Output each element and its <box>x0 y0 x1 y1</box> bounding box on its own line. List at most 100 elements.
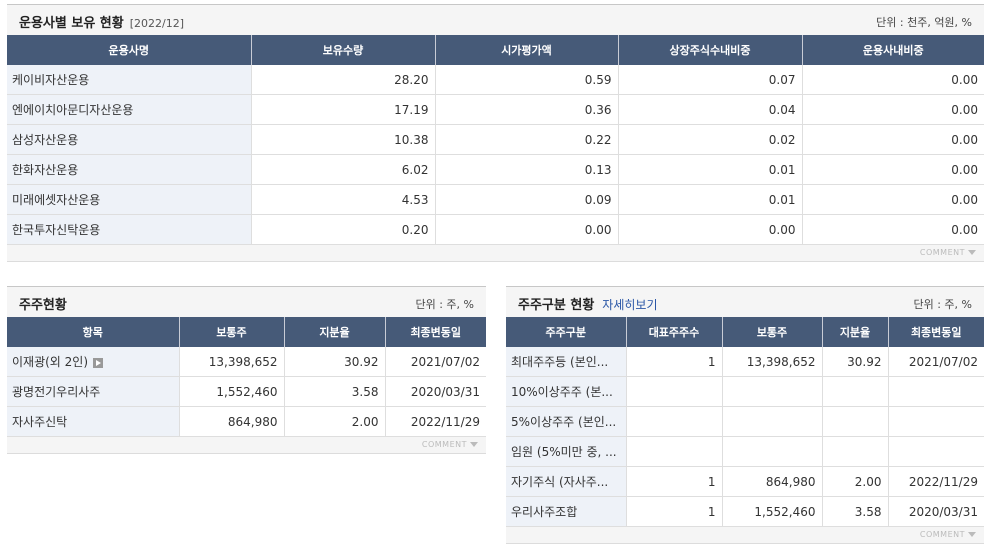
col-stake: 지분율 <box>821 317 888 347</box>
last-change: 2022/11/29 <box>887 466 984 497</box>
caret-down-icon <box>470 442 478 447</box>
listed-ratio: 0.04 <box>617 94 802 125</box>
shareholder-name: 자사주신탁 <box>7 406 179 437</box>
last-change <box>887 406 984 437</box>
common-shares: 1,552,460 <box>721 496 822 527</box>
shareholder-category-panel: 주주구분 현황 자세히보기 단위 : 주, % 주주구분 대표주주수 보통주 지분… <box>506 286 984 544</box>
fund-name: 한화자산운용 <box>7 154 251 185</box>
table-row: 최대주주등 (본인... 1 13,398,652 30.92 2021/07/… <box>506 347 984 377</box>
table-row: 10%이상주주 (본... <box>506 376 984 407</box>
fund-name: 케이비자산운용 <box>7 65 251 95</box>
holding-qty: 17.19 <box>250 94 435 125</box>
shareholder-name: 광명전기우리사주 <box>7 376 179 407</box>
col-last-change: 최종변동일 <box>887 317 984 347</box>
table-row: 자기주식 (자사주... 1 864,980 2.00 2022/11/29 <box>506 466 984 497</box>
table-row: 자사주신탁 864,980 2.00 2022/11/29 <box>7 406 486 437</box>
listed-ratio: 0.01 <box>617 154 802 185</box>
category-name: 5%이상주주 (본인... <box>506 406 626 437</box>
stake: 30.92 <box>821 347 888 377</box>
comment-toggle[interactable]: COMMENT <box>920 248 976 257</box>
table-row: 미래에셋자산운용 4.53 0.09 0.01 0.00 <box>7 184 984 215</box>
shareholder-header: 주주현황 단위 : 주, % <box>7 286 486 317</box>
category-name: 최대주주등 (본인... <box>506 347 626 377</box>
fund-ratio: 0.00 <box>801 214 984 245</box>
fund-name: 미래에셋자산운용 <box>7 184 251 215</box>
rep-count: 1 <box>625 496 722 527</box>
last-change <box>887 376 984 407</box>
common-shares: 1,552,460 <box>178 376 284 407</box>
stake: 3.58 <box>283 376 385 407</box>
rep-count <box>625 436 722 467</box>
holding-qty: 10.38 <box>250 124 435 155</box>
holding-qty: 28.20 <box>250 65 435 95</box>
col-category: 주주구분 <box>506 317 626 347</box>
stake <box>821 406 888 437</box>
last-change: 2021/07/02 <box>887 347 984 377</box>
category-header: 주주구분 현황 자세히보기 단위 : 주, % <box>506 286 984 317</box>
listed-ratio: 0.07 <box>617 65 802 95</box>
col-last-change: 최종변동일 <box>384 317 486 347</box>
fund-ratio: 0.00 <box>801 65 984 95</box>
stake <box>821 376 888 407</box>
holding-qty: 4.53 <box>250 184 435 215</box>
rep-count: 1 <box>625 347 722 377</box>
last-change <box>887 436 984 467</box>
category-title: 주주구분 현황 자세히보기 <box>518 298 658 313</box>
fund-holdings-footer: COMMENT <box>7 245 984 262</box>
category-name: 우리사주조합 <box>506 496 626 527</box>
fund-holdings-title: 운용사별 보유 현황 [2022/12] <box>19 16 185 31</box>
common-shares <box>721 376 822 407</box>
fund-name: 한국투자신탁운용 <box>7 214 251 245</box>
col-holding-qty: 보유수량 <box>250 35 435 65</box>
holding-qty: 0.20 <box>250 214 435 245</box>
table-row: 우리사주조합 1 1,552,460 3.58 2020/03/31 <box>506 496 984 527</box>
caret-down-icon <box>968 250 976 255</box>
table-row: 임원 (5%미만 중, ... <box>506 436 984 467</box>
stake: 2.00 <box>821 466 888 497</box>
listed-ratio: 0.01 <box>617 184 802 215</box>
category-name: 자기주식 (자사주... <box>506 466 626 497</box>
fund-ratio: 0.00 <box>801 124 984 155</box>
rep-count <box>625 376 722 407</box>
play-arrow-icon[interactable] <box>93 357 104 368</box>
stake: 2.00 <box>283 406 385 437</box>
table-row: 이재광(외 2인) 13,398,652 30.92 2021/07/02 <box>7 347 486 377</box>
rep-count <box>625 406 722 437</box>
holding-qty: 6.02 <box>250 154 435 185</box>
last-change: 2020/03/31 <box>887 496 984 527</box>
fund-name: 삼성자산운용 <box>7 124 251 155</box>
common-shares: 864,980 <box>178 406 284 437</box>
col-fund-ratio: 운용사내비중 <box>801 35 984 65</box>
category-table: 주주구분 대표주주수 보통주 지분율 최종변동일 최대주주등 (본인... 1 … <box>506 317 984 527</box>
comment-toggle[interactable]: COMMENT <box>422 440 478 449</box>
table-row: 한화자산운용 6.02 0.13 0.01 0.00 <box>7 154 984 185</box>
shareholder-name: 이재광(외 2인) <box>7 347 179 377</box>
col-common-shares: 보통주 <box>721 317 822 347</box>
stake: 30.92 <box>283 347 385 377</box>
fund-ratio: 0.00 <box>801 184 984 215</box>
caret-down-icon <box>968 532 976 537</box>
stake <box>821 436 888 467</box>
listed-ratio: 0.00 <box>617 214 802 245</box>
common-shares: 13,398,652 <box>178 347 284 377</box>
common-shares: 864,980 <box>721 466 822 497</box>
col-common-shares: 보통주 <box>178 317 284 347</box>
common-shares <box>721 436 822 467</box>
view-details-link[interactable]: 자세히보기 <box>602 298 657 312</box>
last-change: 2022/11/29 <box>384 406 486 437</box>
shareholder-panel: 주주현황 단위 : 주, % 항목 보통주 지분율 최종변동일 이재광(외 2인… <box>7 286 486 454</box>
table-row: 삼성자산운용 10.38 0.22 0.02 0.00 <box>7 124 984 155</box>
common-shares <box>721 406 822 437</box>
col-market-value: 시가평가액 <box>434 35 618 65</box>
last-change: 2020/03/31 <box>384 376 486 407</box>
comment-toggle[interactable]: COMMENT <box>920 530 976 539</box>
fund-holdings-unit: 단위 : 천주, 억원, % <box>876 16 972 29</box>
fund-ratio: 0.00 <box>801 154 984 185</box>
table-row: 케이비자산운용 28.20 0.59 0.07 0.00 <box>7 65 984 95</box>
col-stake: 지분율 <box>283 317 385 347</box>
stake: 3.58 <box>821 496 888 527</box>
shareholder-title: 주주현황 <box>19 298 67 313</box>
market-value: 0.09 <box>434 184 618 215</box>
shareholder-footer: COMMENT <box>7 437 486 454</box>
rep-count: 1 <box>625 466 722 497</box>
